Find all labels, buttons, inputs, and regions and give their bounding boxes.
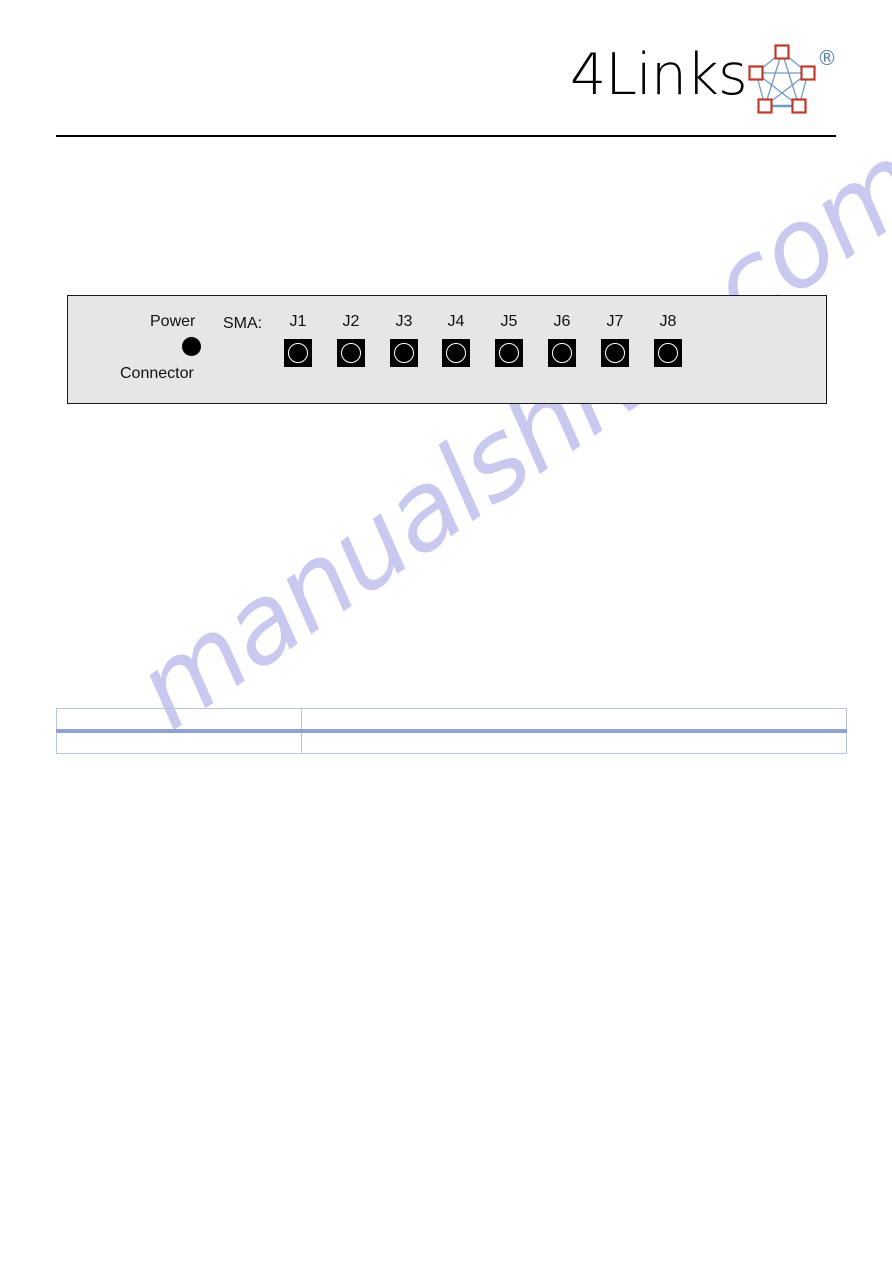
table-row (56, 730, 847, 754)
sma-port-j5: J5 (493, 312, 525, 388)
sma-port-j7: J7 (599, 312, 631, 388)
registered-trademark-icon: ® (817, 46, 837, 70)
sma-connector-icon (654, 339, 682, 367)
power-label-bottom: Connector (120, 365, 194, 382)
watermark-text: manualshive.com (114, 121, 892, 754)
sma-port-j6-label: J6 (553, 313, 571, 330)
sma-port-j1-label: J1 (289, 313, 307, 330)
data-table (56, 708, 847, 754)
sma-port-j3: J3 (388, 312, 420, 388)
sma-connector-icon (390, 339, 418, 367)
power-connector-icon (182, 337, 201, 356)
sma-port-j8: J8 (652, 312, 684, 388)
sma-port-j4: J4 (440, 312, 472, 388)
sma-section-label: SMA: (223, 315, 263, 332)
power-label-top: Power (150, 313, 196, 330)
sma-port-j7-label: J7 (606, 313, 624, 330)
sma-connector-icon (442, 339, 470, 367)
document-page: manualshive.com 4Links ® Power Connector… (0, 0, 892, 1263)
sma-port-j6: J6 (546, 312, 578, 388)
sma-connector-icon (495, 339, 523, 367)
table-cell (56, 730, 302, 754)
table-cell (301, 730, 847, 754)
pentagon-network-icon (748, 44, 816, 114)
sma-port-j8-label: J8 (659, 313, 677, 330)
sma-port-j3-label: J3 (395, 313, 413, 330)
sma-connector-icon (284, 339, 312, 367)
sma-connector-icon (337, 339, 365, 367)
front-panel-diagram: Power Connector SMA: J1 J2 J3 J4 J5 J6 J… (67, 295, 827, 404)
table-cell (301, 708, 847, 733)
sma-port-j2: J2 (335, 312, 367, 388)
sma-port-j5-label: J5 (500, 313, 518, 330)
table-cell (56, 708, 302, 733)
4links-logo: 4Links ® (570, 40, 837, 120)
sma-connector-icon (548, 339, 576, 367)
sma-port-j2-label: J2 (342, 313, 360, 330)
logo-wordmark: 4Links (570, 42, 748, 108)
sma-port-j1: J1 (282, 312, 314, 388)
table-row (56, 708, 847, 733)
sma-port-j4-label: J4 (447, 313, 465, 330)
header-divider-rule (56, 135, 836, 137)
page-header: 4Links ® (0, 0, 892, 140)
sma-connector-icon (601, 339, 629, 367)
watermark-layer: manualshive.com (0, 0, 892, 1263)
